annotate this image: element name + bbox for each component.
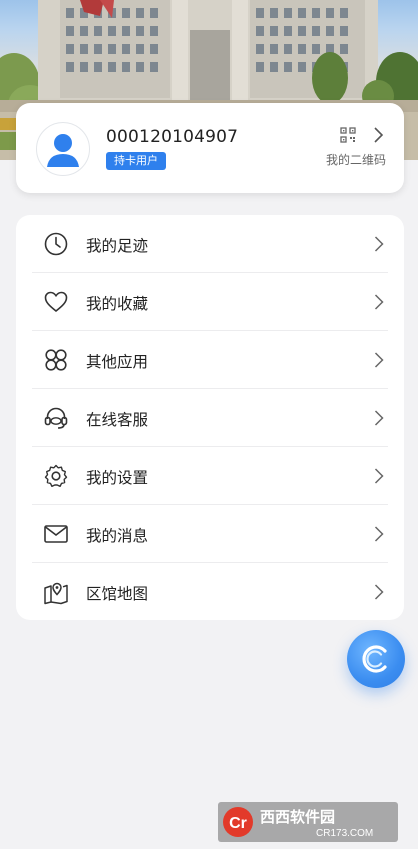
menu-item-label: 我的设置 [86, 469, 149, 487]
menu-list: 我的足迹 我的收藏 其他应用 在线客服 我的设置 我的消息 区馆地图 [16, 215, 404, 620]
menu-item-label: 我的消息 [86, 527, 149, 545]
menu-item-favorites[interactable]: 我的收藏 [16, 273, 404, 331]
chevron-right-icon [374, 584, 384, 600]
swirl-icon [362, 645, 387, 673]
chevron-right-icon [374, 410, 384, 426]
profile-card[interactable]: 000120104907 持卡用户 我的二维码 [16, 103, 404, 193]
avatar[interactable] [36, 122, 90, 176]
chevron-right-icon [374, 468, 384, 484]
svg-text:Cr: Cr [229, 815, 247, 832]
watermark-brand: 西西软件园 [260, 808, 335, 826]
user-type-badge: 持卡用户 [106, 152, 166, 170]
headset-icon [44, 407, 68, 429]
watermark-domain: CR173.COM [316, 828, 373, 839]
menu-item-other-apps[interactable]: 其他应用 [16, 331, 404, 389]
chevron-right-icon [374, 127, 384, 143]
watermark-logo: Cr 西西软件园 CR173.COM [218, 802, 398, 842]
menu-item-label: 在线客服 [86, 411, 149, 429]
map-pin-icon [44, 582, 68, 605]
qr-code-link[interactable]: 我的二维码 [296, 127, 386, 171]
qr-code-label: 我的二维码 [325, 153, 386, 167]
envelope-icon [44, 525, 68, 543]
menu-item-footprints[interactable]: 我的足迹 [16, 215, 404, 273]
menu-item-label: 其他应用 [86, 353, 149, 371]
chevron-right-icon [374, 294, 384, 310]
menu-item-label: 区馆地图 [86, 585, 149, 603]
menu-item-branch-map[interactable]: 区馆地图 [16, 563, 404, 621]
menu-item-customer-service[interactable]: 在线客服 [16, 389, 404, 447]
menu-item-label: 我的收藏 [86, 295, 149, 313]
chevron-right-icon [374, 352, 384, 368]
floating-assistant-button[interactable] [347, 630, 405, 688]
qr-code-icon [340, 127, 356, 143]
chevron-right-icon [374, 526, 384, 542]
menu-item-messages[interactable]: 我的消息 [16, 505, 404, 563]
clock-icon [44, 232, 68, 256]
apps-icon [45, 349, 67, 371]
menu-item-label: 我的足迹 [86, 237, 149, 255]
gear-icon [44, 464, 68, 487]
menu-item-settings[interactable]: 我的设置 [16, 447, 404, 505]
user-id: 000120104907 [106, 127, 239, 147]
heart-icon [44, 291, 68, 313]
chevron-right-icon [374, 236, 384, 252]
